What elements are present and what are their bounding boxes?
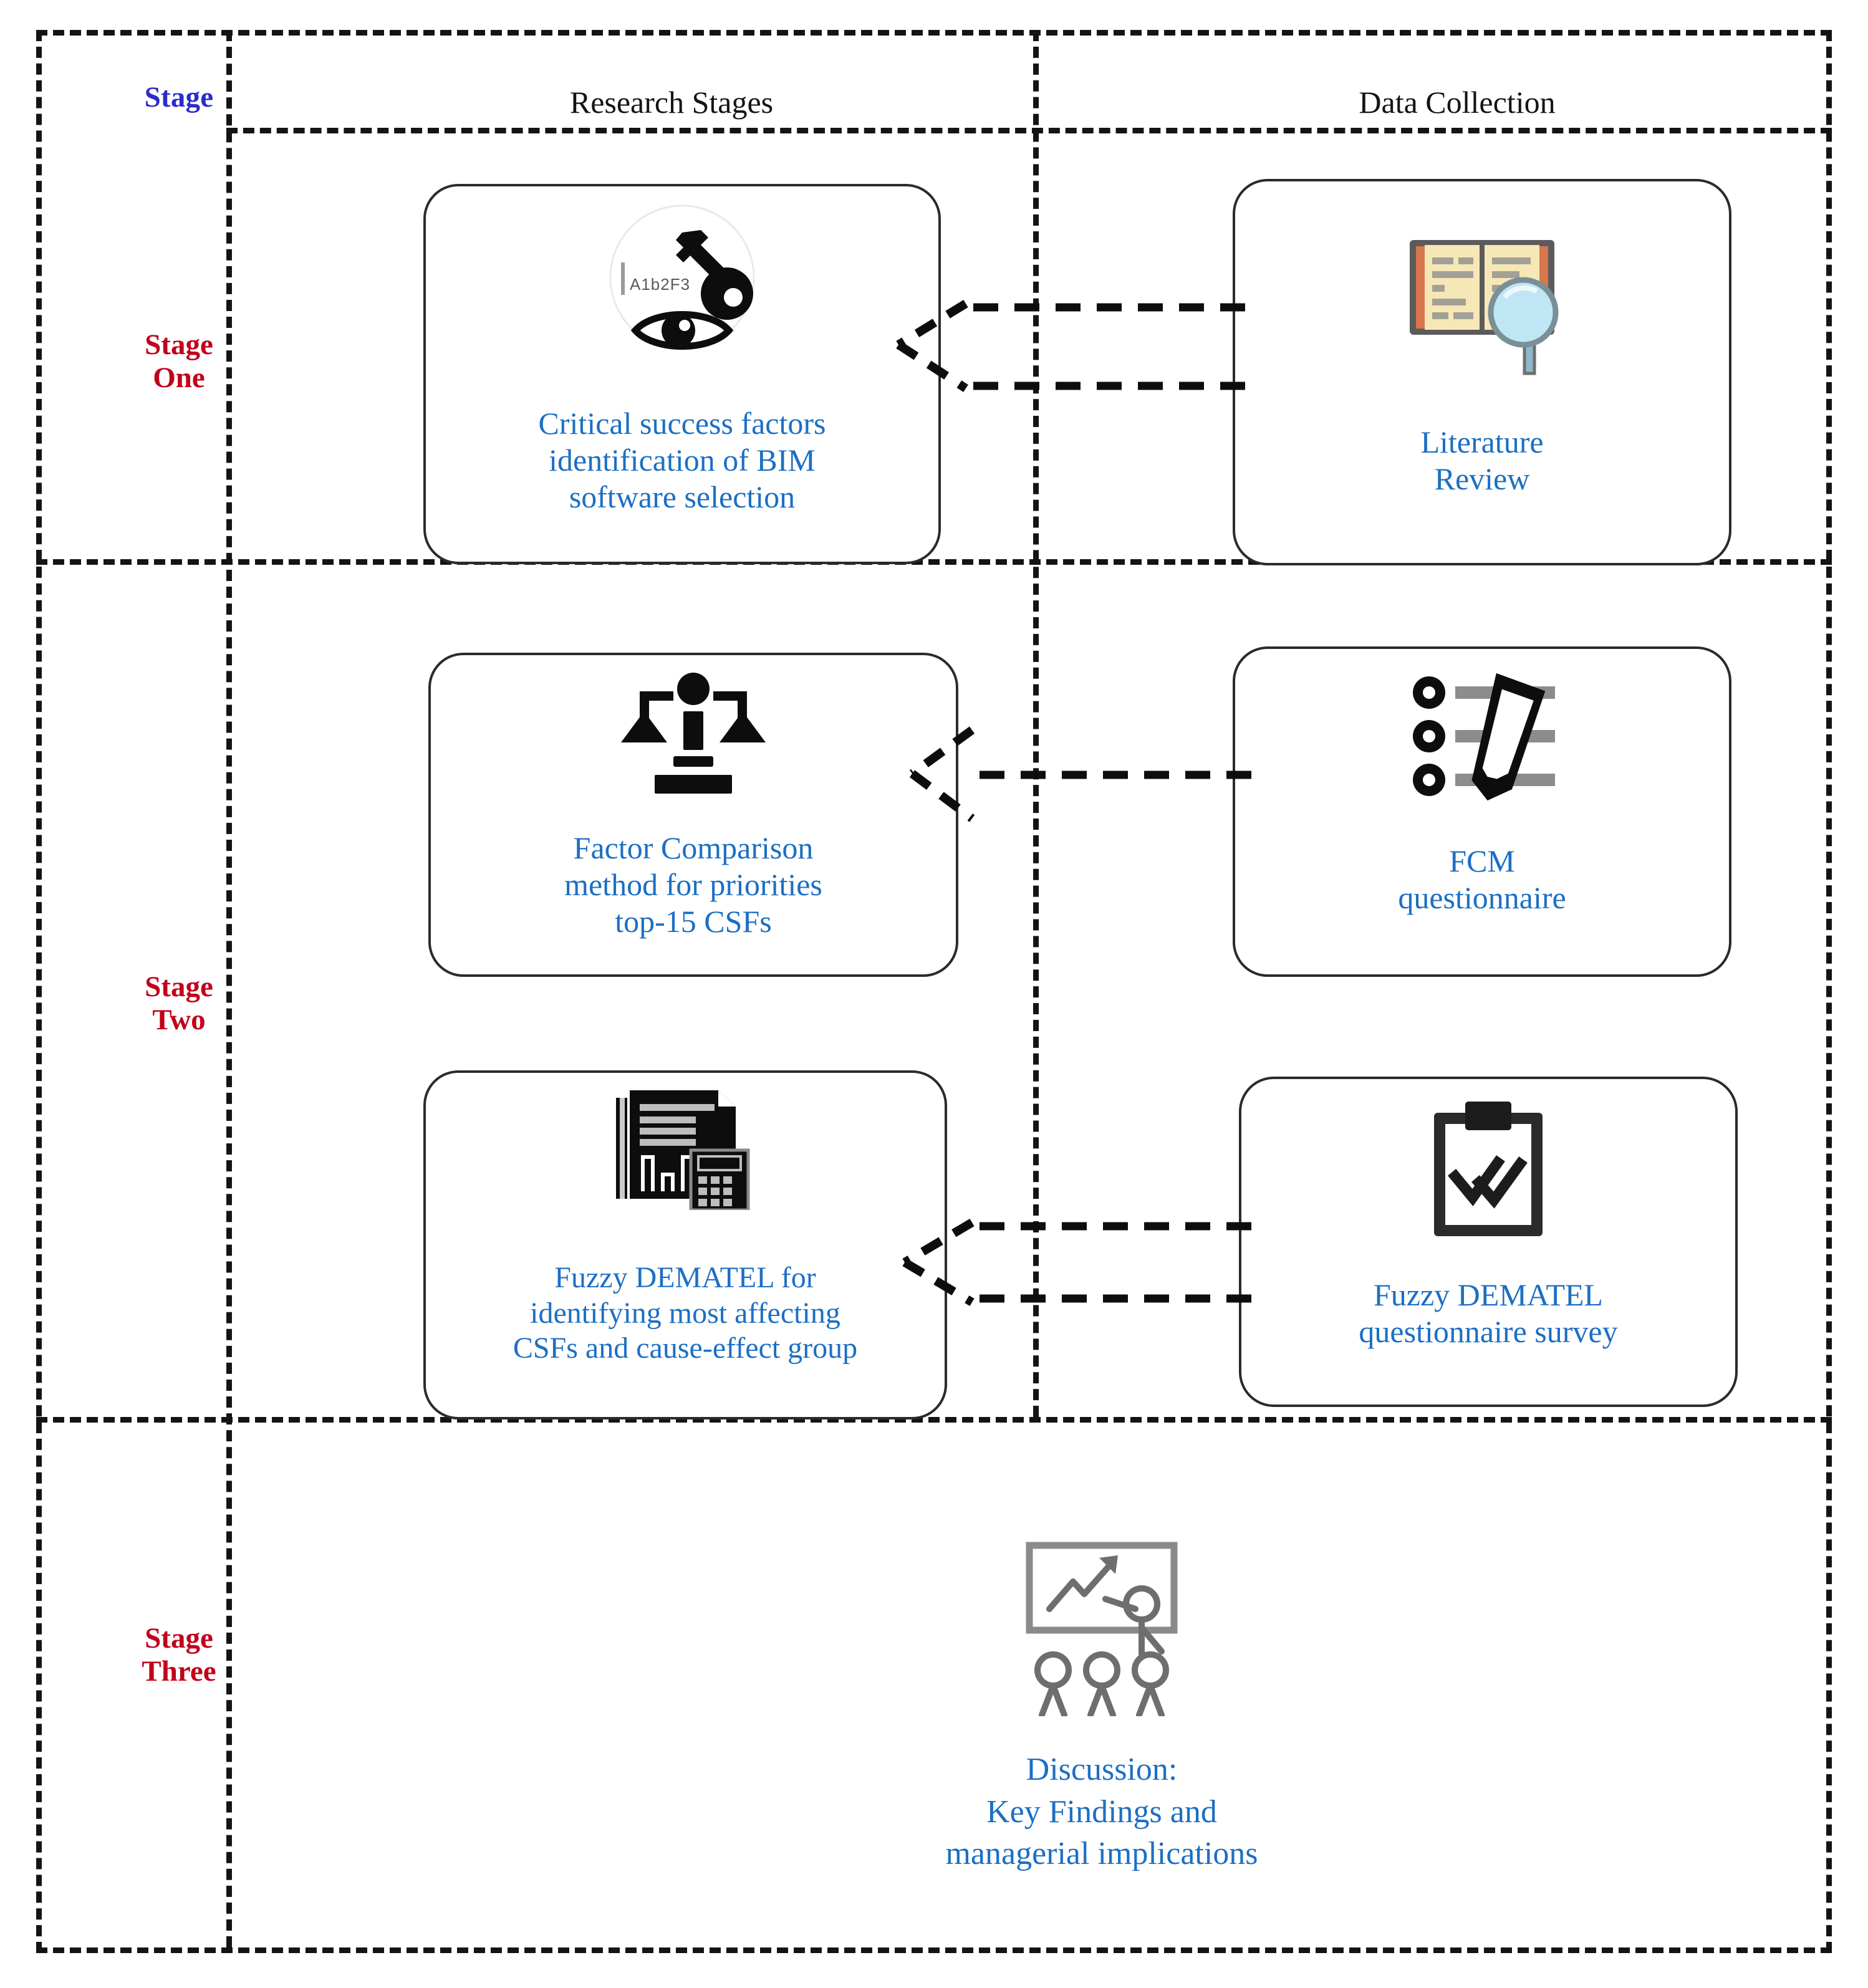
survey-line1: Fuzzy DEMATEL — [1373, 1277, 1603, 1312]
stage-two-label-line1: Stage — [145, 971, 213, 1003]
stage-three-label-line1: Stage — [145, 1622, 213, 1654]
header-stage-label: Stage — [144, 81, 214, 113]
header-data-collection-label: Data Collection — [1359, 85, 1556, 120]
litrev-line2: Review — [1434, 461, 1530, 496]
survey-line2: questionnaire survey — [1359, 1314, 1618, 1349]
dematel-line1: Fuzzy DEMATEL for — [554, 1261, 816, 1295]
grid-divider-stage-two-three — [36, 1417, 1832, 1423]
stage-two-label-line2: Two — [152, 1003, 206, 1036]
dematel-line2: identifying most affecting — [530, 1296, 840, 1330]
node-factor-comparison-text: Factor Comparison method for priorities … — [549, 795, 837, 974]
node-factor-comparison[interactable]: Factor Comparison method for priorities … — [428, 653, 958, 977]
presentation-audience-icon — [1008, 1535, 1195, 1716]
stage-one-label-line2: One — [153, 361, 205, 394]
stage-two-label: Stage Two — [85, 971, 272, 1036]
grid-divider-header — [226, 128, 1832, 133]
stage-three-label: Stage Three — [85, 1622, 272, 1688]
node-fcm-questionnaire-text: FCM questionnaire — [1383, 802, 1581, 974]
svg-text:A1b2F3: A1b2F3 — [630, 275, 690, 294]
discussion-line1: Discussion: — [1026, 1752, 1178, 1787]
csf-line1: Critical success factors — [538, 405, 826, 441]
node-literature-review-text: Literature Review — [1405, 381, 1558, 563]
node-discussion-text: Discussion: Key Findings and managerial … — [930, 1749, 1273, 1875]
diagram-outer-frame: Stage Research Stages Data Collection St… — [36, 30, 1832, 1953]
node-critical-success-factors-text: Critical success factors identification … — [524, 358, 841, 562]
node-fuzzy-dematel-text: Fuzzy DEMATEL for identifying most affec… — [498, 1210, 872, 1417]
report-calculator-icon — [614, 1085, 757, 1210]
fcm-line2: questionnaire — [1398, 880, 1566, 915]
stage-one-label-line1: Stage — [145, 329, 213, 361]
csf-line3: software selection — [569, 479, 796, 514]
header-research-stages-label: Research Stages — [569, 85, 774, 120]
discussion-line3: managerial implications — [945, 1836, 1258, 1872]
key-eye-password-icon: A1b2F3 — [589, 203, 776, 358]
factor-line3: top-15 CSFs — [615, 903, 772, 939]
node-dematel-questionnaire-survey[interactable]: Fuzzy DEMATEL questionnaire survey — [1239, 1077, 1738, 1407]
node-critical-success-factors[interactable]: A1b2F3 Critical success factors identifi… — [423, 184, 941, 564]
dematel-line3: CSFs and cause-effect group — [513, 1332, 858, 1365]
fcm-line1: FCM — [1449, 843, 1515, 878]
clipboard-checks-icon — [1423, 1098, 1554, 1241]
discussion-line2: Key Findings and — [986, 1794, 1217, 1830]
stage-one-label: Stage One — [85, 329, 272, 394]
factor-line2: method for priorities — [564, 867, 822, 902]
litrev-line1: Literature — [1420, 425, 1544, 459]
node-discussion[interactable]: Discussion: Key Findings and managerial … — [846, 1519, 1357, 1875]
node-fcm-questionnaire[interactable]: FCM questionnaire — [1233, 646, 1731, 977]
csf-line2: identification of BIM — [549, 442, 816, 478]
balance-scales-icon — [619, 670, 768, 795]
stage-three-label-line2: Three — [142, 1654, 216, 1688]
node-literature-review[interactable]: Literature Review — [1233, 179, 1731, 565]
node-dematel-questionnaire-survey-text: Fuzzy DEMATEL questionnaire survey — [1344, 1241, 1632, 1405]
node-fuzzy-dematel[interactable]: Fuzzy DEMATEL for identifying most affec… — [423, 1070, 947, 1419]
book-magnifier-icon — [1389, 219, 1576, 381]
factor-line1: Factor Comparison — [573, 830, 814, 865]
grid-divider-columns — [1033, 30, 1039, 1417]
survey-pencil-icon — [1404, 671, 1560, 802]
